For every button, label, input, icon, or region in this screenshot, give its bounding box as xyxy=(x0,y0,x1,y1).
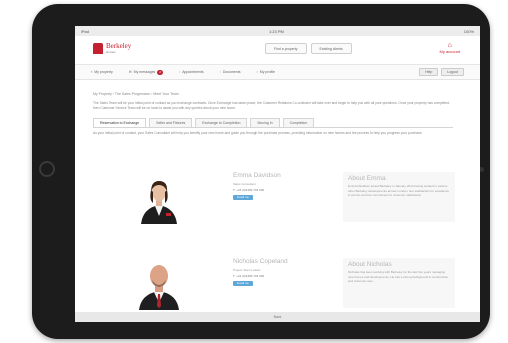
about-text: Nicholas has been working with Berkeley … xyxy=(348,270,449,283)
person-role: Sales Consultant xyxy=(233,182,256,186)
tab-bar: Reservation to Exchange Seller and Fixtu… xyxy=(93,118,462,127)
email-button[interactable]: Email me xyxy=(233,281,253,286)
nav-label: My messages xyxy=(133,70,156,74)
about-text: Emma Davidson joined Berkeley in January… xyxy=(348,184,450,197)
person-info: Nicholas Copeland Project Team Leader T:… xyxy=(233,258,333,310)
person-phone[interactable]: T: +44 (0)1483 734 000 xyxy=(233,188,333,192)
person-phone[interactable]: T: +44 (0)1483 734 000 xyxy=(233,274,333,278)
logo-mark-icon xyxy=(93,43,103,54)
tab-completion[interactable]: Completion xyxy=(282,118,315,127)
nav-documents[interactable]: ▫ Documents xyxy=(220,70,241,74)
document-icon: ▫ xyxy=(219,70,221,74)
top-nav: Find a property Existing clients xyxy=(265,43,352,54)
nav-buttons: Help Logout xyxy=(419,68,464,76)
team-member-card: Emma Davidson Sales Consultant T: +44 (0… xyxy=(137,172,469,224)
bottom-toolbar: Back xyxy=(75,312,480,322)
carrier-label: iPad xyxy=(81,28,90,34)
existing-clients-button[interactable]: Existing clients xyxy=(310,43,352,54)
account-icon: ⌂ xyxy=(447,42,452,49)
nav-my-messages[interactable]: ✉ My messages 2 xyxy=(128,69,163,75)
nav-my-property[interactable]: ▪ My property xyxy=(91,70,113,74)
home-button[interactable] xyxy=(39,161,55,177)
person-name: Emma Davidson xyxy=(233,172,281,179)
back-button[interactable]: Back xyxy=(274,315,282,319)
tab-reservation-to-exchange[interactable]: Reservation to Exchange xyxy=(93,118,147,127)
about-title: About Nicholas xyxy=(348,261,392,268)
intro-text: The Sales Team will be your initial poin… xyxy=(93,101,450,110)
clock: 1:23 PM xyxy=(268,28,284,34)
about-panel: About Emma Emma Davidson joined Berkeley… xyxy=(343,172,455,222)
email-button[interactable]: Email me xyxy=(233,195,253,200)
tab-seller-and-fixtures[interactable]: Seller and Fixtures xyxy=(149,118,193,127)
team-member-card: Nicholas Copeland Project Team Leader T:… xyxy=(137,258,469,310)
app-screen: iPad 1:23 PM 100% Berkeley Homes Find a … xyxy=(75,26,480,322)
tab-moving-in[interactable]: Moving In xyxy=(250,118,280,127)
user-icon: ▫ xyxy=(256,70,258,74)
ipad-frame: iPad 1:23 PM 100% Berkeley Homes Find a … xyxy=(32,4,490,339)
person-name: Nicholas Copeland xyxy=(233,258,288,265)
nav-label: Appointments xyxy=(182,70,204,74)
battery-label: 100% xyxy=(463,28,474,34)
logout-button[interactable]: Logout xyxy=(441,68,464,76)
help-button[interactable]: Help xyxy=(419,68,439,76)
account-button[interactable]: ⌂ My account xyxy=(440,42,460,54)
nav-label: My property xyxy=(94,70,113,74)
mail-icon: ✉ xyxy=(128,70,132,74)
messages-badge: 2 xyxy=(157,69,163,75)
avatar xyxy=(137,172,181,224)
person-info: Emma Davidson Sales Consultant T: +44 (0… xyxy=(233,172,333,224)
calendar-icon: ▫ xyxy=(178,70,181,74)
secondary-nav: ▪ My property ✉ My messages 2 ▫ Appointm… xyxy=(75,65,480,80)
about-title: About Emma xyxy=(348,175,386,182)
home-icon: ▪ xyxy=(91,70,93,74)
tab-exchange-to-completion[interactable]: Exchange to Completion xyxy=(195,118,248,127)
tab-panel-text: As your initial point of contact, your S… xyxy=(93,127,453,136)
status-bar: iPad 1:23 PM 100% xyxy=(75,26,480,36)
find-property-button[interactable]: Find a property xyxy=(265,43,307,54)
avatar xyxy=(137,258,181,310)
berkeley-logo[interactable]: Berkeley Homes xyxy=(93,43,131,54)
logo-text: Berkeley xyxy=(106,42,132,50)
nav-my-profile[interactable]: ▫ My profile xyxy=(257,70,275,74)
about-panel: About Nicholas Nicholas has been working… xyxy=(343,258,455,308)
breadcrumb[interactable]: My Property › The Sales Progression › Me… xyxy=(93,92,462,96)
account-label: My account xyxy=(439,49,460,54)
person-role: Project Team Leader xyxy=(233,268,261,272)
nav-appointments[interactable]: ▫ Appointments xyxy=(179,70,204,74)
nav-label: My profile xyxy=(259,70,275,74)
site-header: Berkeley Homes Find a property Existing … xyxy=(75,36,480,65)
nav-label: Documents xyxy=(222,70,241,74)
logo-sub: Homes xyxy=(106,50,116,54)
